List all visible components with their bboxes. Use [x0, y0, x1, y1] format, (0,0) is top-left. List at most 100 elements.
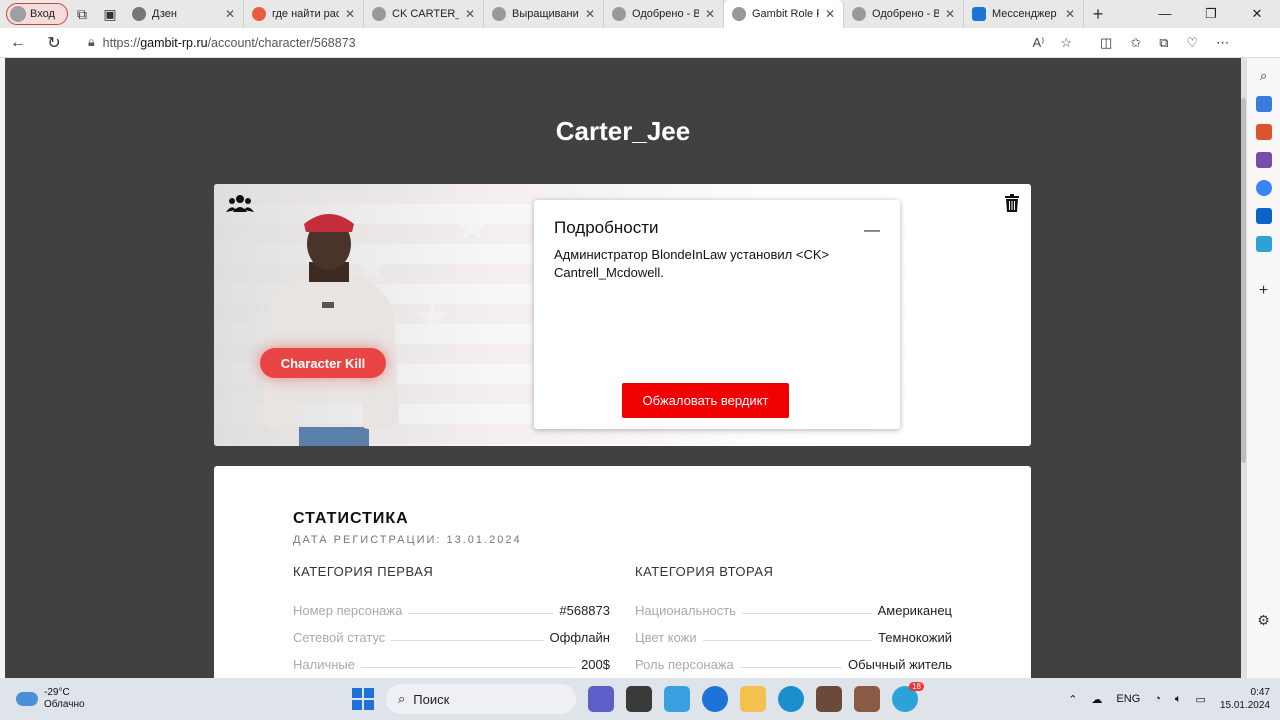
close-icon[interactable]: ✕	[465, 7, 475, 21]
tools-icon[interactable]	[1255, 124, 1272, 140]
browser-essentials-icon[interactable]: ♡	[1187, 35, 1199, 51]
url-text: https://gambit-rp.ru/account/character/5…	[102, 35, 356, 50]
tab-growing[interactable]: Выращивание ✕	[484, 0, 604, 28]
weather-widget[interactable]: -29°C Облачно	[16, 687, 85, 711]
close-icon[interactable]: ✕	[825, 7, 835, 21]
tab-ck-carter[interactable]: CK CARTER_M ✕	[364, 0, 484, 28]
details-text: Администратор BlondeInLaw установил <CK>…	[554, 247, 830, 280]
clock[interactable]: 0:47 15.01.2024	[1220, 686, 1270, 712]
avatar-icon	[10, 6, 26, 22]
outlook-icon[interactable]	[1255, 208, 1272, 224]
onedrive-icon[interactable]: ☁	[1091, 693, 1102, 706]
registration-date: ДАТА РЕГИСТРАЦИИ: 13.01.2024	[293, 534, 522, 546]
weather-condition: Облачно	[44, 699, 85, 710]
tab-yandex[interactable]: где найти раст ✕	[244, 0, 364, 28]
more-menu-icon[interactable]: ⋯	[1216, 35, 1229, 51]
start-windows-icon[interactable]	[352, 688, 374, 710]
settings-gear-icon[interactable]: ⚙	[1257, 612, 1270, 629]
split-screen-icon[interactable]: ◫	[1100, 35, 1112, 51]
statistics-panel: СТАТИСТИКА ДАТА РЕГИСТРАЦИИ: 13.01.2024 …	[214, 466, 1031, 678]
scrollbar-thumb[interactable]	[1241, 98, 1246, 463]
language-indicator[interactable]: ENG	[1116, 693, 1140, 705]
character-skin-image	[262, 214, 399, 446]
minimize-icon[interactable]: —	[1142, 6, 1188, 22]
search-label: Поиск	[413, 691, 450, 707]
file-explorer-icon[interactable]	[740, 686, 766, 712]
games-icon[interactable]	[1255, 152, 1272, 168]
close-icon[interactable]: ✕	[1065, 7, 1075, 21]
temperature: -29°C	[44, 687, 70, 698]
tab-messenger[interactable]: Мессенджер ✕	[964, 0, 1084, 28]
restore-icon[interactable]: ❐	[1188, 6, 1234, 22]
add-icon[interactable]: +	[1259, 282, 1268, 300]
drop-icon[interactable]	[1255, 236, 1272, 252]
gambit-favicon-icon	[372, 7, 386, 21]
favorites-icon[interactable]: ✩	[1130, 35, 1141, 51]
close-icon[interactable]: ✕	[945, 7, 955, 21]
search-icon[interactable]: ⌕	[1260, 68, 1267, 84]
close-window-icon[interactable]: ✕	[1234, 6, 1280, 22]
new-tab-button[interactable]: +	[1084, 4, 1112, 25]
search-icon: ⌕	[398, 691, 406, 706]
tab-title: Одобрено - Bl	[872, 8, 939, 20]
address-bar-row: ← ↻ 🔒︎ https://gambit-rp.ru/account/char…	[0, 28, 1280, 58]
volume-icon[interactable]: 🔈︎	[1175, 693, 1182, 706]
telegram-icon[interactable]: 18	[892, 682, 924, 712]
tab-approved-2[interactable]: Одобрено - Bl ✕	[844, 0, 964, 28]
appeal-verdict-button[interactable]: Обжаловать вердикт	[622, 383, 789, 418]
refresh-icon[interactable]: ↻	[36, 33, 72, 53]
shopping-tag-icon[interactable]	[1255, 96, 1272, 112]
category-title: КАТЕГОРИЯ ПЕРВАЯ	[293, 564, 434, 579]
wifi-icon[interactable]: ◔	[1154, 693, 1161, 705]
back-icon[interactable]: ←	[0, 34, 36, 52]
game-app-icon[interactable]	[816, 686, 842, 712]
lock-icon[interactable]: 🔒︎	[88, 35, 95, 50]
game-app-icon[interactable]	[854, 686, 880, 712]
close-icon[interactable]: ✕	[225, 7, 235, 21]
status-badge: Character Kill	[260, 348, 386, 378]
details-title: Подробности	[554, 218, 659, 237]
system-tray: ⌃ ☁ ENG ◔ 🔈︎ ▭ 0:47 15.01.2024	[1068, 686, 1270, 712]
character-card: ★ ★ ★ ★ ★ ★ ★ Character Kill Подробности…	[214, 184, 1031, 446]
category-two: КАТЕГОРИЯ ВТОРАЯ Национальность Американе…	[635, 564, 952, 672]
taskbar-search[interactable]: ⌕ Поиск	[386, 684, 576, 714]
close-icon[interactable]: ✕	[585, 7, 595, 21]
battery-icon[interactable]: ▭	[1196, 693, 1206, 706]
tab-dzen[interactable]: Дзен ✕	[124, 0, 244, 28]
windows-taskbar: -29°C Облачно ⌕ Поиск 18 ⌃ ☁ ENG ◔ 🔈︎ ▭ …	[0, 678, 1280, 720]
tab-approved-1[interactable]: Одобрено - Bl ✕	[604, 0, 724, 28]
cloud-icon	[16, 692, 38, 706]
edge-icon[interactable]	[778, 686, 804, 712]
teams-icon[interactable]	[588, 686, 614, 712]
help-icon[interactable]	[702, 686, 728, 712]
gambit-favicon-icon	[492, 7, 506, 21]
trash-icon[interactable]	[1005, 194, 1019, 212]
chevron-up-icon[interactable]: ⌃	[1068, 693, 1077, 706]
close-icon[interactable]: ✕	[345, 7, 355, 21]
tab-title: Gambit Role Pl	[752, 8, 819, 20]
taskbar-apps: ⌕ Поиск 18	[352, 682, 924, 714]
profile-button[interactable]: Вход	[6, 3, 68, 25]
page-content: Carter_Jee ★ ★ ★ ★ ★ ★ ★ Character Kill …	[5, 58, 1241, 678]
category-title: КАТЕГОРИЯ ВТОРАЯ	[635, 564, 774, 579]
read-aloud-icon[interactable]: A⁾	[1032, 35, 1044, 51]
store-icon[interactable]	[626, 686, 652, 712]
yandex-favicon-icon	[252, 7, 266, 21]
tab-actions-icon[interactable]: ▣	[96, 0, 124, 28]
copilot-icon[interactable]	[1255, 180, 1272, 196]
tab-gambit-active[interactable]: Gambit Role Pl ✕	[724, 0, 844, 28]
stat-row: Наличные 200$	[293, 657, 610, 672]
stat-row: Роль персонажа Обычный житель	[635, 657, 952, 672]
page-scrollbar[interactable]	[1241, 58, 1246, 678]
close-icon[interactable]: ✕	[705, 7, 715, 21]
favorite-star-icon[interactable]: ☆	[1060, 35, 1072, 51]
tab-title: где найти раст	[272, 8, 339, 20]
character-name: Carter_Jee	[555, 116, 691, 146]
mydrive-icon[interactable]	[664, 686, 690, 712]
tab-title: CK CARTER_M	[392, 8, 459, 20]
collections-icon[interactable]: ⧉	[1159, 35, 1168, 51]
collapse-icon[interactable]: —	[864, 222, 880, 240]
group-users-icon[interactable]	[226, 194, 254, 217]
url-field[interactable]: 🔒︎ https://gambit-rp.ru/account/characte…	[80, 31, 1080, 55]
workspaces-icon[interactable]: ⧉	[68, 0, 96, 28]
